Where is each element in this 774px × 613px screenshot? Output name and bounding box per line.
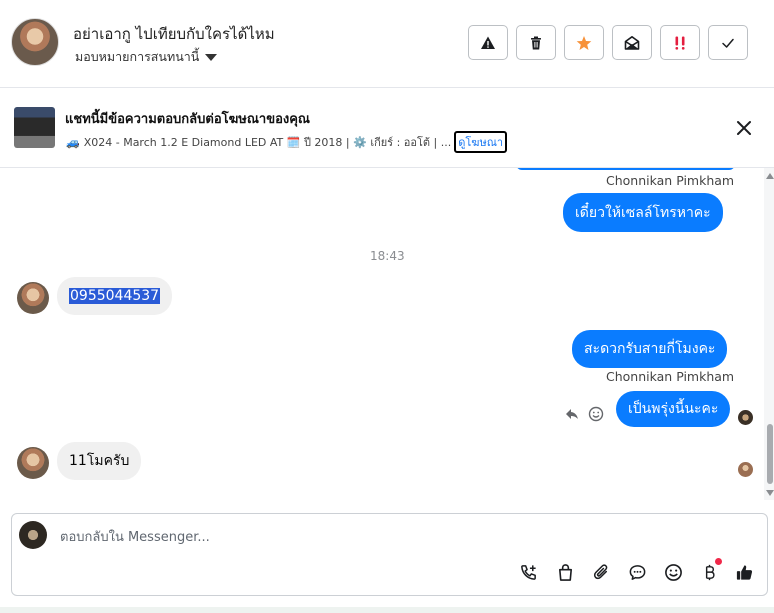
seen-avatar <box>738 410 753 425</box>
scroll-up-icon[interactable] <box>766 173 774 179</box>
delete-button[interactable] <box>516 25 556 60</box>
message-bubble[interactable]: เป็นพรุ่งนี้นะคะ <box>616 391 731 427</box>
contact-avatar-small[interactable] <box>17 282 49 314</box>
ad-banner-title: แชทนี้มีข้อความตอบกลับต่อโฆษณาของคุณ <box>65 112 310 127</box>
assign-conversation-label: มอบหมายการสนทนานี้ <box>75 49 200 64</box>
reply-input[interactable] <box>60 528 660 546</box>
contact-name[interactable]: อย่าเอากู ไปเทียบกับใครได้ไหม <box>73 22 275 46</box>
bottom-strip <box>0 607 774 613</box>
message-bubble[interactable]: 11โมครับ <box>57 442 142 480</box>
call-add-icon <box>520 564 536 580</box>
thumbs-up-icon <box>736 564 752 580</box>
reply-icon[interactable] <box>564 406 580 422</box>
contact-avatar-small[interactable] <box>17 447 49 479</box>
star-icon <box>576 35 592 50</box>
mark-important-button[interactable] <box>660 25 700 60</box>
car-icon: 🚙 <box>66 135 80 149</box>
shop-button[interactable] <box>555 562 575 582</box>
composer-box <box>11 513 768 596</box>
message-sender: Chonnikan Pimkham <box>606 369 735 384</box>
contact-avatar[interactable] <box>11 18 59 66</box>
scrollbar-thumb[interactable] <box>767 424 773 484</box>
view-ad-link[interactable]: ดูโฆษณา <box>454 131 508 153</box>
trash-icon <box>531 36 541 49</box>
saved-reply-icon <box>629 564 645 580</box>
mark-done-button[interactable] <box>708 25 748 60</box>
mark-spam-button[interactable] <box>468 25 508 60</box>
attach-button[interactable] <box>591 562 611 582</box>
envelope-open-icon <box>624 35 640 50</box>
saved-replies-button[interactable] <box>627 562 647 582</box>
ad-thumbnail[interactable] <box>14 107 55 148</box>
message-bubble[interactable]: เดี๋ยวให้เซลล์โทรหาคะ <box>563 193 723 232</box>
shopping-bag-icon <box>558 563 572 581</box>
notification-dot <box>715 558 722 565</box>
emoji-icon <box>664 563 682 581</box>
message-bubble[interactable]: สะดวกรับสายกี่โมงคะ <box>572 330 728 368</box>
warning-icon <box>481 36 495 49</box>
important-icon <box>675 36 685 50</box>
message-text-selected: 0955044537 <box>69 288 161 304</box>
message-sender: Chonnikan Pimkham <box>606 173 735 188</box>
timestamp: 18:43 <box>370 249 405 263</box>
call-button[interactable] <box>518 562 538 582</box>
star-button[interactable] <box>564 25 604 60</box>
baht-icon <box>705 564 715 580</box>
message-thread[interactable]: Chonnikan Pimkham เดี๋ยวให้เซลล์โทรหาคะ … <box>0 168 764 500</box>
message-bubble-clipped <box>516 168 735 170</box>
close-icon[interactable] <box>734 118 754 138</box>
mark-unread-button[interactable] <box>612 25 652 60</box>
payment-button[interactable] <box>699 562 719 582</box>
emoji-react-icon[interactable] <box>588 406 604 422</box>
emoji-button[interactable] <box>663 562 683 582</box>
send-like-button[interactable] <box>734 562 754 582</box>
ad-reply-banner: แชทนี้มีข้อความตอบกลับต่อโฆษณาของคุณ 🚙 X… <box>0 88 774 168</box>
check-icon <box>722 38 734 48</box>
page-avatar <box>19 521 47 549</box>
assign-conversation-dropdown[interactable]: มอบหมายการสนทนานี้ <box>75 47 218 67</box>
paperclip-icon <box>593 563 607 579</box>
scroll-down-icon[interactable] <box>766 490 774 496</box>
ad-description-text: X024 - March 1.2 E Diamond LED AT 🗓️ ปี … <box>83 136 452 149</box>
contact-seen-avatar <box>738 462 753 477</box>
message-bubble[interactable]: 0955044537 <box>57 277 173 315</box>
caret-down-icon <box>205 53 218 61</box>
conversation-header: อย่าเอากู ไปเทียบกับใครได้ไหม มอบหมายการ… <box>0 0 774 88</box>
ad-description: 🚙 X024 - March 1.2 E Diamond LED AT 🗓️ ป… <box>66 131 508 153</box>
